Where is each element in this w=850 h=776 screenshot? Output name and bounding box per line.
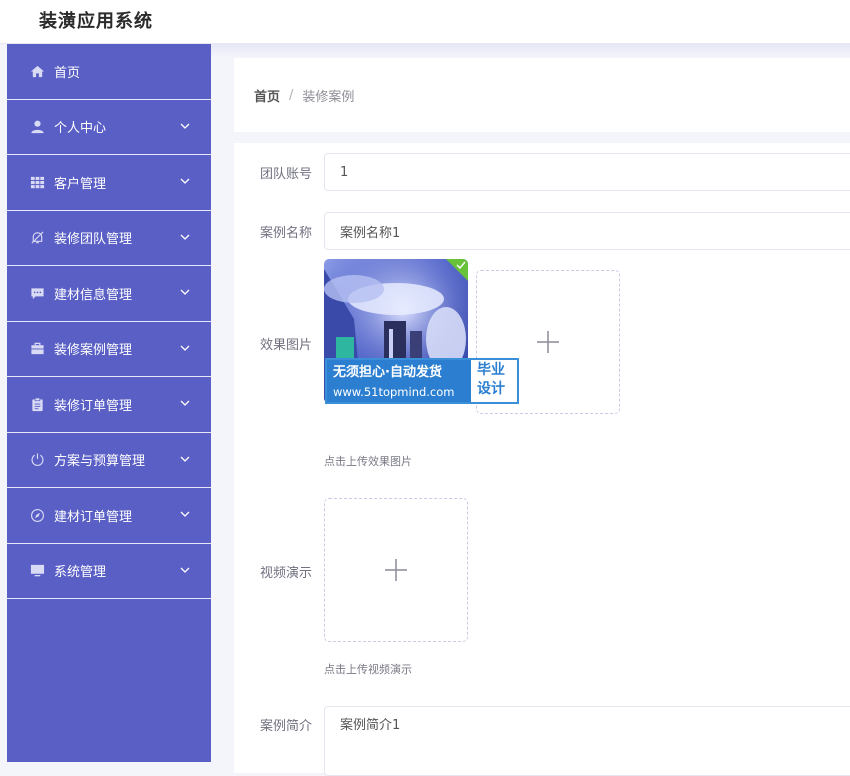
sidebar-item-label: 方案与预算管理: [54, 454, 146, 470]
chevron-down-icon: [180, 289, 190, 296]
sidebar-item-profile[interactable]: 个人中心: [7, 100, 211, 155]
monitor-icon: [30, 563, 45, 578]
effect-image-hint: 点击上传效果图片: [324, 455, 412, 468]
chevron-down-icon: [180, 511, 190, 518]
chevron-down-icon: [180, 456, 190, 462]
app-header: 装潢应用系统: [0, 0, 850, 44]
case-intro-value: 案例简介1: [340, 718, 401, 733]
compass-icon: [30, 508, 45, 523]
breadcrumb-separator: /: [289, 87, 294, 103]
sidebar-item-system[interactable]: 系统管理: [7, 544, 211, 599]
chevron-down-icon: [180, 123, 190, 129]
sidebar-item-label: 客户管理: [54, 176, 107, 192]
sidebar-item-material-orders[interactable]: 建材订单管理: [7, 488, 211, 544]
chevron-down-icon: [180, 567, 190, 573]
chevron-down-icon: [180, 400, 190, 407]
sidebar-item-label: 系统管理: [54, 565, 107, 581]
watermark-line2: www.51topmind.com: [333, 385, 455, 399]
effect-image-label: 效果图片: [259, 338, 312, 353]
chevron-down-icon: [180, 345, 190, 351]
case-name-value: 案例名称1: [340, 225, 401, 241]
case-intro-label: 案例简介: [259, 719, 312, 734]
sidebar-item-label: 装修团队管理: [54, 232, 133, 248]
team-account-value: 1: [340, 164, 349, 180]
sidebar-item-label: 装修订单管理: [54, 398, 133, 414]
watermark: 无须担心·自动发货 www.51topmind.com 毕业设计: [325, 358, 519, 404]
case-name-field[interactable]: 案例名称1: [324, 212, 850, 250]
plus-icon: [537, 331, 559, 353]
message-icon: [30, 286, 45, 301]
sidebar-item-home[interactable]: 首页: [7, 44, 211, 100]
watermark-line1: 无须担心·自动发货: [333, 365, 442, 380]
chevron-down-icon: [180, 178, 190, 185]
sidebar-item-label: 装修案例管理: [54, 343, 133, 359]
sidebar-item-label: 个人中心: [54, 121, 107, 137]
upload-success-icon: [446, 259, 468, 281]
power-icon: [30, 452, 45, 467]
chevron-down-icon: [180, 234, 190, 240]
user-icon: [30, 119, 45, 134]
breadcrumb-current: 装修案例: [302, 89, 355, 105]
case-form: 团队账号 1 案例名称 案例名称1 效果图片 点击上传效果图片 视频演示 点击上…: [234, 143, 850, 776]
grid-icon: [30, 175, 45, 190]
sidebar-item-teams[interactable]: 装修团队管理: [7, 211, 211, 266]
breadcrumb-home[interactable]: 首页: [254, 86, 280, 105]
sidebar-item-label: 建材订单管理: [54, 509, 133, 525]
clipboard-icon: [30, 397, 45, 412]
case-name-label: 案例名称: [259, 226, 312, 241]
sidebar-item-customers[interactable]: 客户管理: [7, 155, 211, 211]
case-intro-textarea[interactable]: 案例简介1: [324, 706, 850, 776]
team-account-label: 团队账号: [259, 167, 312, 182]
sidebar-item-materials[interactable]: 建材信息管理: [7, 266, 211, 322]
sidebar-item-orders[interactable]: 装修订单管理: [7, 377, 211, 433]
video-demo-label: 视频演示: [259, 566, 312, 581]
sidebar-item-cases[interactable]: 装修案例管理: [7, 322, 211, 377]
sidebar-item-label: 首页: [54, 65, 81, 81]
video-demo-upload[interactable]: [324, 498, 468, 642]
app-title: 装潢应用系统: [39, 11, 153, 32]
sidebar: 首页 个人中心 客户管理 装修团队管理 建材信息管理 装修案例管理 装修订单管理…: [7, 44, 211, 762]
sidebar-item-plans[interactable]: 方案与预算管理: [7, 433, 211, 488]
watermark-main: 无须担心·自动发货 www.51topmind.com: [327, 360, 471, 402]
briefcase-icon: [30, 341, 45, 356]
bell-off-icon: [30, 230, 45, 245]
breadcrumb: 首页 / 装修案例: [234, 58, 850, 132]
video-demo-hint: 点击上传视频演示: [324, 663, 412, 676]
sidebar-item-label: 建材信息管理: [54, 287, 133, 303]
top-shadow: [211, 44, 850, 58]
plus-icon: [385, 559, 407, 581]
main-content: 首页 / 装修案例 团队账号 1 案例名称 案例名称1 效果图片 点击上传效果图…: [211, 44, 850, 776]
watermark-side: 毕业设计: [477, 362, 505, 397]
home-icon: [30, 64, 45, 79]
team-account-field[interactable]: 1: [324, 153, 850, 191]
